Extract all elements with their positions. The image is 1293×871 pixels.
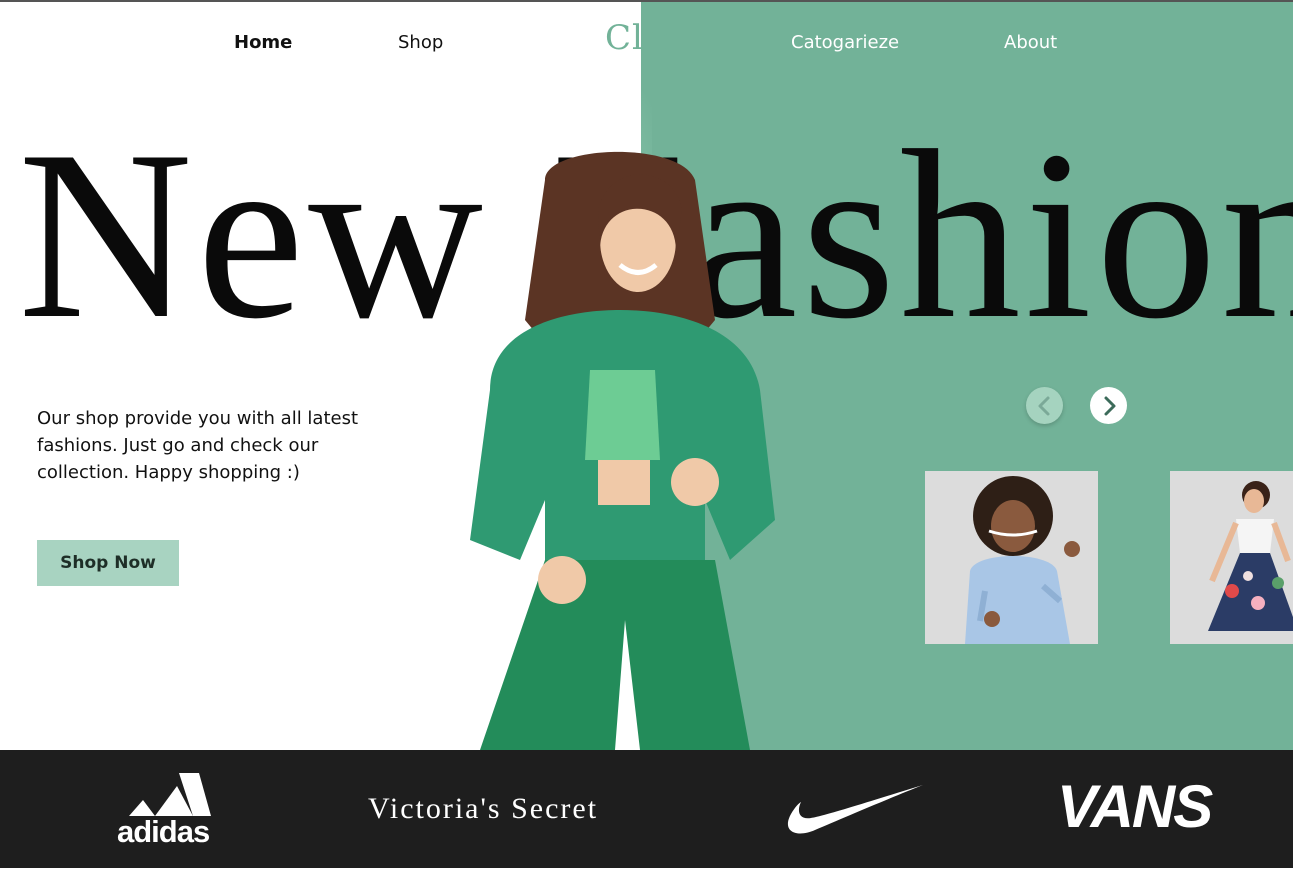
chevron-left-icon [1038,396,1049,415]
chevron-right-icon [1104,396,1115,415]
brand-victorias-secret[interactable]: Victoria's Secret [368,792,598,826]
hero-model-image [470,151,775,750]
adidas-stripes-icon [129,773,211,816]
nav-about[interactable]: About [1004,32,1057,53]
top-navigation: Home Shop Clra Catogarieze About [0,0,1293,90]
hero-description: Our shop provide you with all latest fas… [37,408,359,483]
nav-shop[interactable]: Shop [398,32,443,53]
brand-logo[interactable]: Clra [605,18,682,58]
brand-adidas[interactable]: adidas [115,772,227,849]
nav-home[interactable]: Home [234,32,292,53]
dress-model-image [1208,481,1293,631]
product-thumbnail-dress[interactable] [1170,471,1293,644]
brand-vans[interactable]: VANS [1057,776,1213,838]
hoodie-model-image [965,476,1080,644]
brand-logos-bar: adidas Victoria's Secret VANS [0,750,1293,868]
carousel-prev-button[interactable] [1026,387,1063,424]
shop-now-button[interactable]: Shop Now [37,540,179,586]
adidas-wordmark: adidas [117,814,210,849]
product-thumbnail-hoodie[interactable] [925,471,1098,644]
carousel-next-button[interactable] [1090,387,1127,424]
nike-swoosh-icon[interactable] [785,784,925,836]
nav-categorize[interactable]: Catogarieze [791,32,899,53]
